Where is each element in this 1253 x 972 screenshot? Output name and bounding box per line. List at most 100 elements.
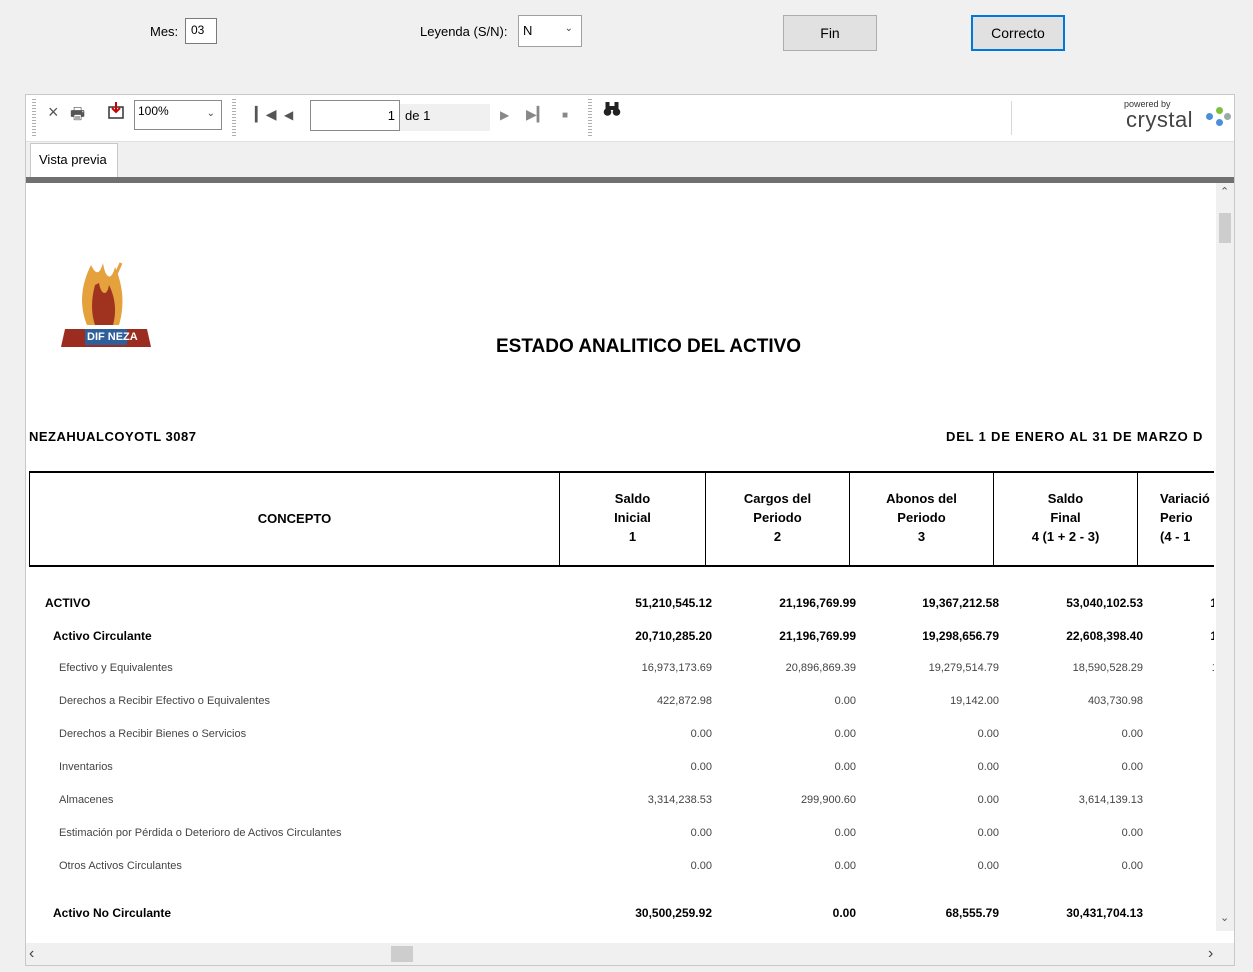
row-value: 0.00 [690, 728, 712, 740]
next-page-icon[interactable]: ▶ [500, 108, 509, 122]
row-value: 21,196,769.99 [779, 596, 856, 610]
table-row: Derechos a Recibir Efectivo o Equivalent… [29, 687, 1214, 720]
row-value: 0.00 [977, 860, 999, 872]
fin-button[interactable]: Fin [783, 15, 877, 51]
page-number-input[interactable]: 1 [310, 100, 400, 131]
row-value: 30,431,704.13 [1066, 906, 1143, 920]
crystal-logo: powered by crystal [1124, 99, 1234, 137]
row-value: 0.00 [977, 761, 999, 773]
header-saldo-final: Saldo Final 4 (1 + 2 - 3) [994, 473, 1138, 565]
row-value: 19,142.00 [950, 695, 999, 707]
chevron-down-icon: ⌄ [564, 23, 573, 34]
row-value: 30,500,259.92 [635, 906, 712, 920]
chevron-down-icon: ⌄ [206, 108, 215, 119]
row-value: 19,298,656.79 [922, 629, 999, 643]
scroll-thumb[interactable] [391, 946, 413, 962]
last-page-icon[interactable]: ▶▎ [526, 106, 548, 123]
row-value: 16,973,173.69 [641, 662, 712, 674]
correcto-button[interactable]: Correcto [971, 15, 1065, 51]
row-value: 0.00 [834, 761, 856, 773]
row-value: 0.00 [832, 906, 856, 920]
scroll-thumb[interactable] [1219, 213, 1231, 243]
logo-dot [1224, 113, 1231, 120]
header-variacion: Variació Perio (4 - 1 [1160, 491, 1210, 544]
dif-neza-logo: DIF NEZA [61, 255, 151, 350]
report-entity: NEZAHUALCOYOTL 3087 [29, 429, 197, 444]
toolbar-grip[interactable] [588, 99, 592, 137]
zoom-select[interactable]: 100% ⌄ [134, 100, 222, 130]
row-concept: Derechos a Recibir Efectivo o Equivalent… [59, 695, 270, 707]
first-page-icon[interactable]: ▎◀ [255, 106, 277, 123]
table-row: Activo Circulante 20,710,285.20 21,196,769… [29, 621, 1214, 654]
header-concepto: CONCEPTO [30, 473, 560, 565]
mes-input[interactable]: 03 [185, 18, 217, 44]
row-value: 0.00 [834, 695, 856, 707]
row-concept: Inventarios [59, 761, 113, 773]
row-concept: Derechos a Recibir Bienes o Servicios [59, 728, 247, 740]
scroll-left-icon[interactable]: ‹ [29, 945, 34, 963]
tab-vista-previa[interactable]: Vista previa [30, 143, 118, 177]
row-value: 20,710,285.20 [635, 629, 712, 643]
vertical-scrollbar[interactable]: ⌃ ⌄ [1216, 183, 1234, 931]
header-abonos: Abonos del Periodo 3 [850, 473, 994, 565]
scroll-down-icon[interactable]: ⌄ [1220, 911, 1229, 924]
report-page: DIF NEZA ESTADO ANALITICO DEL ACTIVO NEZ… [26, 183, 1214, 943]
row-value: 0.00 [834, 860, 856, 872]
table-row: Derechos a Recibir Bienes o Servicios 0.0… [29, 720, 1214, 753]
row-value: 3,314,238.53 [647, 794, 712, 806]
export-icon[interactable] [108, 101, 124, 124]
row-value: 422,872.98 [656, 695, 712, 707]
row-value: 0.00 [834, 728, 856, 740]
row-concept: Almacenes [59, 794, 114, 806]
row-value: 53,040,102.53 [1066, 596, 1143, 610]
row-value: 3,614,139.13 [1078, 794, 1143, 806]
row-value: 1,8 [1210, 629, 1214, 643]
stop-icon[interactable]: ■ [562, 110, 568, 121]
row-concept: Estimación por Pérdida o Deterioro de Ac… [59, 827, 342, 839]
row-value: 19,279,514.79 [928, 662, 999, 674]
table-row: Estimación por Pérdida o Deterioro de Ac… [29, 819, 1214, 852]
row-value: 0.00 [690, 827, 712, 839]
leyenda-value: N [523, 23, 533, 38]
row-value: 18,590,528.29 [1072, 662, 1143, 674]
toolbar-divider [1011, 101, 1012, 135]
row-value: 19,367,212.58 [922, 596, 999, 610]
logo-dot [1216, 107, 1223, 114]
close-icon[interactable]: × [48, 102, 59, 123]
header-saldo-inicial: Saldo Inicial 1 [560, 473, 706, 565]
table-row: Efectivo y Equivalentes 16,973,173.69 20,8… [29, 654, 1214, 687]
row-value: 0.00 [834, 827, 856, 839]
search-binoculars-icon[interactable] [603, 101, 621, 122]
prev-page-icon[interactable]: ◀ [284, 108, 293, 122]
viewer-toolbar: × 🖶 100% ⌄ ▎◀ ◀ 1 de 1 ▶ ▶▎ ■ powered by… [26, 95, 1234, 142]
logo-dot [1216, 119, 1223, 126]
horizontal-scrollbar[interactable]: ‹ › [26, 943, 1234, 965]
row-concept: ACTIVO [45, 596, 91, 610]
row-value: 0.00 [977, 827, 999, 839]
toolbar-grip[interactable] [232, 99, 236, 137]
scroll-right-icon[interactable]: › [1208, 945, 1213, 963]
row-value: 68,555.79 [945, 906, 999, 920]
toolbar-grip[interactable] [32, 99, 36, 137]
row-value: 1,8 [1210, 596, 1214, 610]
print-icon[interactable]: 🖶 [70, 103, 85, 130]
table-row: Activo No Circulante 30,500,259.92 0.00 68,… [29, 898, 1214, 931]
row-value: 0.00 [977, 794, 999, 806]
crystal-wordmark: crystal [1126, 107, 1194, 132]
parameter-bar: Mes: 03 Leyenda (S/N): N ⌄ Fin Correcto [0, 0, 1253, 80]
logo-dot [1206, 113, 1213, 120]
table-row: Almacenes 3,314,238.53 299,900.60 0.00 3,614… [29, 786, 1214, 819]
mes-label: Mes: [150, 24, 179, 39]
leyenda-select[interactable]: N ⌄ [518, 15, 582, 47]
row-value: 0.00 [690, 761, 712, 773]
header-cargos: Cargos del Periodo 2 [706, 473, 850, 565]
row-concept: Otros Activos Circulantes [59, 860, 182, 872]
scroll-up-icon[interactable]: ⌃ [1220, 185, 1229, 198]
row-value: 51,210,545.12 [635, 596, 712, 610]
report-viewer: × 🖶 100% ⌄ ▎◀ ◀ 1 de 1 ▶ ▶▎ ■ powered by… [25, 94, 1235, 966]
row-value: 403,730.98 [1087, 695, 1143, 707]
row-value: 0.00 [690, 860, 712, 872]
logo-text: DIF NEZA [87, 331, 138, 343]
row-concept: Activo No Circulante [53, 906, 172, 920]
report-title: ESTADO ANALITICO DEL ACTIVO [496, 336, 802, 357]
